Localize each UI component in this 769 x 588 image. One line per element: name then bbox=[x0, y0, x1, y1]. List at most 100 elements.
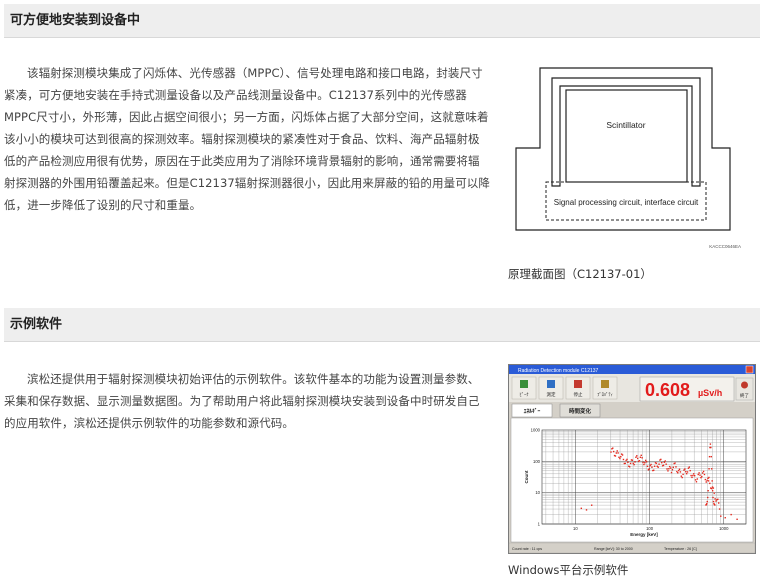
tab-time-label: 時間変化 bbox=[569, 407, 592, 415]
spectrum-point bbox=[636, 457, 639, 460]
spectrum-point bbox=[634, 461, 636, 463]
spectrum-point bbox=[693, 473, 695, 475]
spectrum-point bbox=[580, 507, 583, 510]
spectrum-point bbox=[662, 464, 665, 467]
spectrum-point bbox=[709, 443, 712, 445]
spectrum-point bbox=[707, 490, 709, 492]
spectrum-point bbox=[638, 460, 641, 462]
window-close-button[interactable] bbox=[745, 365, 754, 374]
spectrum-point bbox=[714, 504, 716, 506]
install-paragraph: 该辐射探测模块集成了闪烁体、光传感器（MPPC）、信号处理电路和接口电路，封装尺… bbox=[4, 66, 491, 212]
spectrum-point bbox=[615, 452, 618, 454]
x-tick-label: 100 bbox=[646, 526, 654, 531]
spectrum-point bbox=[680, 475, 683, 477]
spectrum-point bbox=[704, 478, 707, 481]
spectrum-point bbox=[672, 466, 675, 469]
spectrum-point bbox=[644, 461, 646, 464]
spectrum-point bbox=[714, 498, 716, 500]
toolbar-label-3: ﾌﾟﾛﾊﾟﾃｨ bbox=[597, 391, 613, 398]
spectrum-point bbox=[684, 468, 686, 470]
spectrum-point bbox=[622, 458, 625, 461]
spectrum-point bbox=[642, 461, 644, 464]
spectrum-point bbox=[706, 479, 708, 482]
software-caption: Windows平台示例软件 bbox=[508, 563, 629, 577]
spectrum-point bbox=[674, 462, 676, 464]
spectrum-point bbox=[696, 478, 699, 480]
spectrum-point bbox=[710, 487, 713, 490]
spectrum-point bbox=[681, 476, 683, 479]
dose-value: 0.608 bbox=[645, 380, 690, 400]
spectrum-point bbox=[677, 471, 679, 474]
window-title: Radiation Detection module C12137 bbox=[518, 368, 599, 374]
spectrum-point bbox=[631, 459, 634, 461]
spectrum-point bbox=[670, 471, 673, 474]
spectrum-point bbox=[710, 446, 712, 449]
section-title-software: 示例软件 bbox=[4, 308, 760, 342]
diagram-caption: 原理截面图（C12137-01） bbox=[508, 267, 652, 281]
spectrum-point bbox=[718, 502, 720, 504]
x-axis-label: Energy [keV] bbox=[630, 532, 658, 537]
spectrum-point bbox=[707, 496, 709, 499]
spectrum-point bbox=[712, 496, 714, 499]
spectrum-point bbox=[678, 468, 681, 471]
spectrum-point bbox=[645, 459, 647, 462]
circuit-label: Signal processing circuit, interface cir… bbox=[554, 198, 699, 207]
spectrum-point bbox=[639, 456, 642, 458]
software-screenshot: Radiation Detection module C12137 ﾋﾟｰｸ 測定… bbox=[508, 364, 756, 554]
toolbar-label-0: ﾋﾟｰｸ bbox=[520, 391, 529, 397]
spectrum-point bbox=[702, 470, 705, 473]
spectrum-point bbox=[612, 450, 615, 453]
spectrum-point bbox=[708, 476, 710, 479]
scintillator-label: Scintillator bbox=[606, 120, 645, 130]
y-tick-label: 100 bbox=[533, 459, 541, 464]
spectrum-point bbox=[689, 469, 691, 472]
spectrum-point bbox=[711, 490, 714, 492]
spectrum-point bbox=[675, 466, 677, 468]
plot-frame bbox=[541, 429, 747, 525]
spectrum-point bbox=[640, 454, 642, 457]
spectrum-point bbox=[709, 482, 711, 485]
spectrum-point bbox=[691, 476, 693, 479]
spectrum-point bbox=[705, 481, 707, 483]
spectrum-point bbox=[655, 462, 658, 464]
spectrum-point bbox=[695, 481, 698, 483]
spectrum-point bbox=[720, 515, 722, 517]
spectrum-point bbox=[730, 513, 732, 516]
spectrum-point bbox=[712, 487, 715, 489]
spectrum-point bbox=[688, 466, 691, 468]
spectrum-point bbox=[653, 465, 656, 467]
dose-unit: µSv/h bbox=[698, 388, 722, 398]
spectrum-point bbox=[627, 461, 629, 463]
spectrum-point bbox=[617, 452, 619, 454]
spectrum-point bbox=[616, 450, 618, 452]
spectrum-point bbox=[614, 455, 617, 457]
software-paragraph: 滨松还提供用于辐射探测模块初始评估的示例软件。该软件基本的功能为设置测量参数、采… bbox=[4, 372, 480, 430]
spectrum-point bbox=[706, 502, 708, 505]
toolbar-label-1: 測定 bbox=[547, 391, 556, 398]
spectrum-point bbox=[703, 473, 706, 476]
status-range: Range [keV]: 30 to 2000 bbox=[594, 547, 633, 551]
spectrum-point bbox=[645, 460, 648, 463]
spectrum-point bbox=[692, 474, 694, 477]
spectrum-point bbox=[624, 462, 626, 465]
spectrum-point bbox=[633, 463, 635, 466]
spectrum-point bbox=[651, 466, 653, 468]
spectrum-point bbox=[724, 517, 726, 519]
spectrum-point bbox=[665, 463, 667, 465]
spectrum-point bbox=[658, 463, 660, 465]
spectrum-point bbox=[707, 480, 710, 482]
y-tick-label: 1000 bbox=[531, 428, 541, 433]
spectrum-point bbox=[671, 468, 674, 471]
spectrum-point bbox=[701, 475, 703, 478]
spectrum-point bbox=[682, 473, 684, 476]
spectrum-point bbox=[610, 451, 612, 453]
y-axis-label: Count bbox=[524, 470, 529, 483]
spectrum-point bbox=[713, 492, 715, 494]
spectrum-point bbox=[686, 471, 689, 473]
scintillator-block bbox=[565, 89, 688, 183]
spectrum-point bbox=[706, 500, 708, 503]
spectrum-point bbox=[717, 498, 719, 501]
spectrum-point bbox=[667, 470, 669, 472]
spectrum-point bbox=[646, 465, 649, 467]
spectrum-point bbox=[708, 455, 711, 458]
